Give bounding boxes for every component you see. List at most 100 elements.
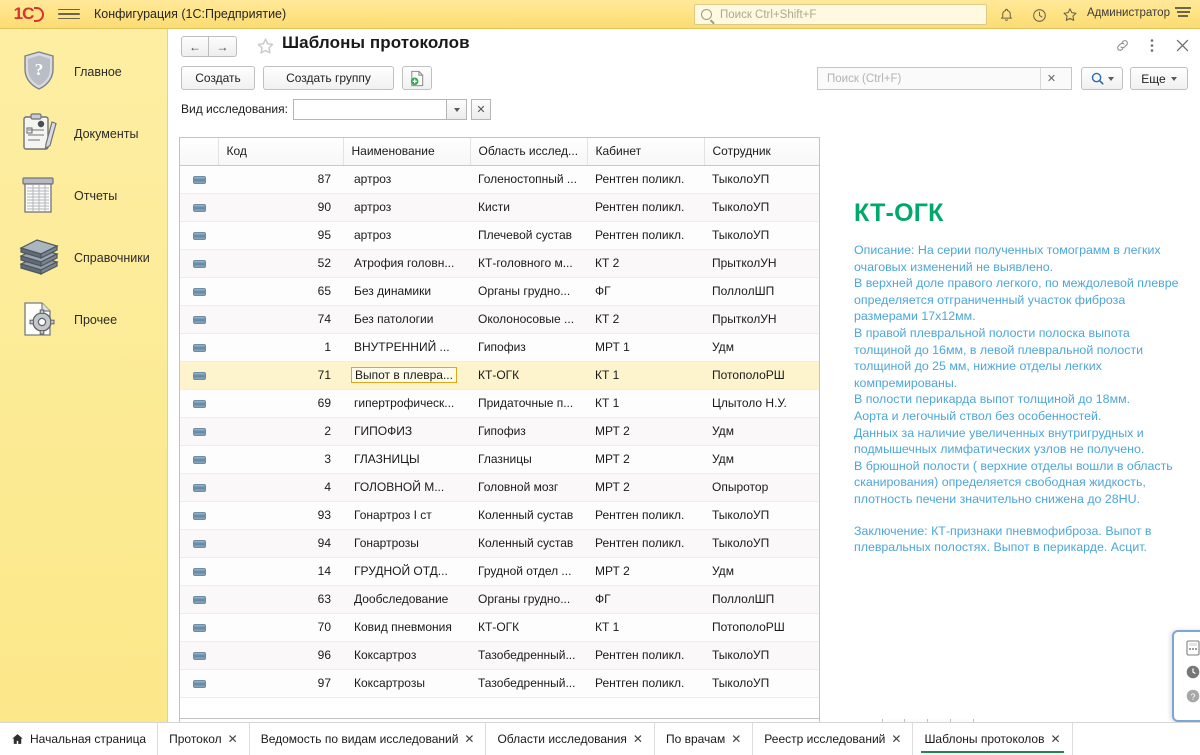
more-menu-button[interactable]: Еще xyxy=(1130,67,1188,90)
table-row[interactable]: 95 артроз Плечевой сустав Рентген поликл. Ты… xyxy=(180,221,819,250)
item-marker-icon xyxy=(192,399,206,408)
study-type-filter-input[interactable] xyxy=(293,99,447,120)
sidebar-item-dokumenty[interactable]: Документы xyxy=(0,103,167,165)
taskbar-tab[interactable]: Протокол ✕ xyxy=(158,723,250,755)
cell-area: КТ-ОГК xyxy=(470,361,587,390)
cell-staff: ПотополоРШ xyxy=(704,361,819,390)
global-search-box[interactable] xyxy=(694,4,987,25)
table-row[interactable]: 2 ГИПОФИЗ Гипофиз МРТ 2 Удм xyxy=(180,417,819,446)
table-row[interactable]: 65 Без динамики Органы грудно... ФГ ПоллолШП xyxy=(180,277,819,306)
table-row[interactable]: 70 Ковид пневмония КТ-ОГК КТ 1 ПотополоРШ xyxy=(180,613,819,642)
table-row[interactable]: 71 Выпот в плевра... КТ-ОГК КТ 1 ПотополоРШ xyxy=(180,361,819,390)
navigate-back-button[interactable]: ← xyxy=(181,36,209,57)
cell-room: Рентген поликл. xyxy=(587,221,704,250)
column-header-staff[interactable]: Сотрудник xyxy=(704,138,819,166)
table-row[interactable]: 90 артроз Кисти Рентген поликл. ТыколоУП xyxy=(180,193,819,222)
cell-name-text: Без патологии xyxy=(354,312,434,326)
cell-area: Коленный сустав xyxy=(470,529,587,558)
taskbar-tab[interactable]: Реестр исследований ✕ xyxy=(753,723,914,755)
column-header-room[interactable]: Кабинет xyxy=(587,138,705,166)
cell-name: Без патологии xyxy=(343,305,470,334)
table-header-row: Код Наименование Область исслед... Кабин… xyxy=(180,138,819,166)
cell-code: 87 xyxy=(218,165,343,194)
column-header-area[interactable]: Область исслед... xyxy=(470,138,588,166)
floating-tools-panel[interactable]: ? xyxy=(1172,630,1200,722)
cell-area: Гипофиз xyxy=(470,417,587,446)
table-row[interactable]: 52 Атрофия головн... КТ-головного м... КТ 2… xyxy=(180,249,819,278)
table-row[interactable]: 1 ВНУТРЕННИЙ ... Гипофиз МРТ 1 Удм xyxy=(180,333,819,362)
bell-icon[interactable] xyxy=(996,5,1016,25)
column-header-name[interactable]: Наименование xyxy=(343,138,471,166)
kebab-menu-icon[interactable] xyxy=(1144,37,1160,53)
list-search-input[interactable] xyxy=(825,71,1040,86)
cell-room: МРТ 1 xyxy=(587,333,704,362)
1c-logo-icon: 1C xyxy=(12,4,46,24)
question-icon[interactable]: ? xyxy=(1185,688,1200,704)
table-row[interactable]: 74 Без патологии Околоносовые ... КТ 2 Прытк… xyxy=(180,305,819,334)
cell-staff: ПрытколУН xyxy=(704,305,819,334)
table-row[interactable]: 96 Коксартроз Тазобедренный... Рентген поли… xyxy=(180,641,819,670)
page-add-icon[interactable] xyxy=(402,66,432,90)
table-row[interactable]: 94 Гонартрозы Коленный сустав Рентген полик… xyxy=(180,529,819,558)
table-row[interactable]: 97 Коксартрозы Тазобедренный... Рентген пол… xyxy=(180,669,819,698)
add-to-favorites-icon[interactable] xyxy=(256,37,275,59)
list-search-box[interactable]: ✕ xyxy=(817,67,1072,90)
clear-filter-icon[interactable]: ✕ xyxy=(471,99,491,120)
close-icon[interactable]: ✕ xyxy=(891,732,901,746)
close-icon[interactable]: ✕ xyxy=(1050,732,1060,746)
preview-description: Описание: На серии полученных томограмм … xyxy=(854,243,1179,506)
find-button[interactable] xyxy=(1081,67,1123,90)
taskbar-tab[interactable]: Ведомость по видам исследований ✕ xyxy=(250,723,487,755)
cell-area: КТ-ОГК xyxy=(470,613,587,642)
column-header-code[interactable]: Код xyxy=(218,138,344,166)
table-row[interactable]: 4 ГОЛОВНОЙ М... Головной мозг МРТ 2 Опыротор xyxy=(180,473,819,502)
sidebar-item-prochee[interactable]: Прочее xyxy=(0,289,167,351)
taskbar-tab-label: Протокол xyxy=(169,732,222,746)
taskbar-tab[interactable]: Начальная страница xyxy=(0,723,159,755)
item-marker-icon xyxy=(192,539,206,548)
sidebar-item-glavnoe[interactable]: ? Главное xyxy=(0,41,167,103)
cell-area: Грудной отдел ... xyxy=(470,557,587,586)
taskbar-tab[interactable]: По врачам ✕ xyxy=(655,723,754,755)
close-icon[interactable] xyxy=(1174,37,1190,53)
chevron-down-icon xyxy=(1170,76,1177,81)
table-row[interactable]: 63 Дообследование Органы грудно... ФГ Поллол… xyxy=(180,585,819,614)
main-menu-burger-icon[interactable] xyxy=(58,4,80,24)
calculator-icon[interactable] xyxy=(1185,640,1200,656)
create-group-button[interactable]: Создать группу xyxy=(263,66,394,90)
sidebar-item-spravochniki[interactable]: Справочники xyxy=(0,227,167,289)
clear-search-icon[interactable]: ✕ xyxy=(1040,68,1062,89)
sidebar-item-otchety[interactable]: Отчеты xyxy=(0,165,167,227)
close-icon[interactable]: ✕ xyxy=(464,732,474,746)
global-search-input[interactable] xyxy=(718,7,968,22)
titlebar-menu-icon[interactable] xyxy=(1175,7,1191,17)
link-icon[interactable] xyxy=(1114,37,1130,53)
close-icon[interactable]: ✕ xyxy=(731,732,741,746)
close-icon[interactable]: ✕ xyxy=(228,732,238,746)
row-marker-cell xyxy=(180,333,218,362)
close-icon[interactable]: ✕ xyxy=(633,732,643,746)
create-button[interactable]: Создать xyxy=(181,66,255,90)
cell-area: Глазницы xyxy=(470,445,587,474)
cell-code: 2 xyxy=(218,417,343,446)
row-marker-cell xyxy=(180,361,218,390)
cell-room: ФГ xyxy=(587,585,704,614)
table-row[interactable]: 87 артроз Голеностопный ... Рентген поликл.… xyxy=(180,165,819,194)
table-row[interactable]: 14 ГРУДНОЙ ОТД... Грудной отдел ... МРТ 2 Уд… xyxy=(180,557,819,586)
taskbar-tab[interactable]: Области исследования ✕ xyxy=(486,723,655,755)
sidebar-item-label: Прочее xyxy=(74,313,118,327)
search-icon xyxy=(1091,72,1104,85)
cell-name-text: ГОЛОВНОЙ М... xyxy=(354,480,445,494)
history-icon[interactable] xyxy=(1029,5,1049,25)
current-user-label[interactable]: Администратор xyxy=(1087,7,1170,19)
table-row[interactable]: 69 гипертрофическ... Придаточные п... КТ 1Ц… xyxy=(180,389,819,418)
clock-icon[interactable] xyxy=(1185,664,1200,680)
cell-room: КТ 1 xyxy=(587,361,704,390)
star-icon[interactable] xyxy=(1060,5,1080,25)
table-row[interactable]: 93 Гонартроз I ст Коленный сустав Рентген п… xyxy=(180,501,819,530)
table-row[interactable]: 3 ГЛАЗНИЦЫ Глазницы МРТ 2 Удм xyxy=(180,445,819,474)
chevron-down-icon[interactable] xyxy=(447,99,467,120)
taskbar-tab[interactable]: Шаблоны протоколов ✕ xyxy=(913,723,1073,755)
navigate-forward-button[interactable]: → xyxy=(209,36,237,57)
page-gear-icon xyxy=(16,296,64,344)
